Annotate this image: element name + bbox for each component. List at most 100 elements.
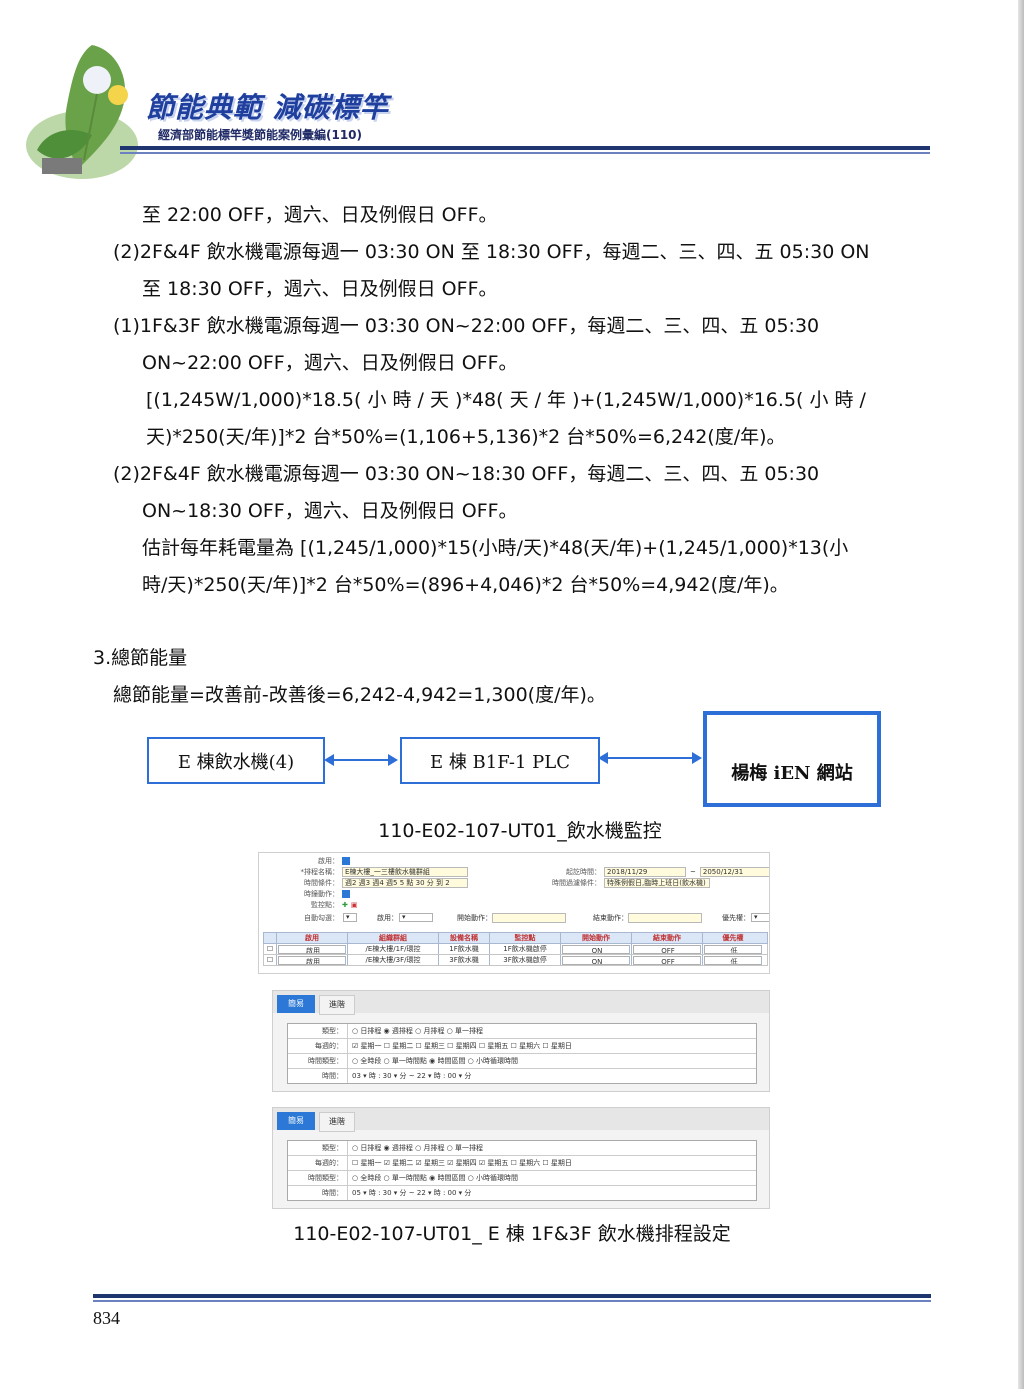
diagram-caption: 110-E02-107-UT01_飲水機監控 <box>378 820 662 842</box>
table-row[interactable]: ☐ 啟用 /E棟大樓/1F/環控 1F飲水機 1F飲水機啟停 ON OFF 低 <box>263 944 768 955</box>
schedule-grid: 類型： ○ 日排程 ◉ 週排程 ○ 月排程 ○ 單一排程 每週的： ☑ 星期一 ☐ … <box>287 1023 757 1084</box>
schedule-settings-panel-2: 簡易 進階 類型： ○ 日排程 ◉ 週排程 ○ 月排程 ○ 單一排程 每週的： ☐ … <box>272 1107 770 1209</box>
tab-advanced[interactable]: 進階 <box>319 1112 355 1132</box>
row-point: 3F飲水機啟停 <box>490 955 561 965</box>
diagram-box-water-dispenser: E 棟飲水機(4) <box>147 737 325 784</box>
col-enable: 啟用 <box>277 933 348 943</box>
body-line-8: (2)2F&4F 飲水機電源每週一 03:30 ON~18:30 OFF，每週二… <box>113 463 820 485</box>
type-radio-group[interactable]: ○ 日排程 ◉ 週排程 ○ 月排程 ○ 單一排程 <box>348 1143 483 1153</box>
row-end-select[interactable]: OFF <box>633 956 701 965</box>
header-rule <box>120 146 930 150</box>
table-row[interactable]: ☐ 啟用 /E棟大樓/3F/環控 3F飲水機 3F飲水機啟停 ON OFF 低 <box>263 955 768 966</box>
condition-input[interactable]: 週2 週3 週4 週5 5 點 30 分 到 2 <box>342 877 468 888</box>
action-label: 時鐘動作： <box>304 889 339 898</box>
diagram-arrow-1 <box>324 754 398 766</box>
weekday-checkboxes[interactable]: ☑ 星期一 ☐ 星期二 ☐ 星期三 ☐ 星期四 ☐ 星期五 ☐ 星期六 ☐ 星期… <box>348 1041 572 1051</box>
taiwan-leaf-logo <box>26 45 138 179</box>
end-date-input[interactable]: 2050/12/31 <box>699 866 769 877</box>
header-subtitle: 經濟部節能標竿獎節能案例彙編(110) <box>158 128 363 142</box>
page-number: 834 <box>93 1308 120 1328</box>
header-rule-thin <box>120 152 930 154</box>
monitor-label: 監控點： <box>311 900 339 909</box>
col-device: 設備名稱 <box>439 933 490 943</box>
body-line-10: 估計每年耗電量為 [(1,245/1,000)*15(小時/天)*48(天/年)… <box>142 537 849 559</box>
action-checkbox[interactable] <box>342 889 350 898</box>
row-group: /E棟大樓/1F/環控 <box>348 944 439 954</box>
grid-row-type: 類型： ○ 日排程 ◉ 週排程 ○ 月排程 ○ 單一排程 <box>288 1024 756 1039</box>
start-action-input[interactable] <box>492 912 566 923</box>
col-check <box>264 933 277 943</box>
row-device: 1F飲水機 <box>439 944 490 954</box>
schedule-name-input[interactable]: E棟大樓_一三樓飲水機群組 <box>342 866 468 877</box>
col-group: 組織群組 <box>348 933 439 943</box>
row-enable-select[interactable]: 啟用 <box>278 956 346 965</box>
schedule-caption: 110-E02-107-UT01_ E 棟 1F&3F 飲水機排程設定 <box>293 1223 731 1245</box>
delete-icon[interactable]: ▣ <box>351 901 358 909</box>
priority-select[interactable]: ▾ <box>751 913 769 922</box>
time-label: 時間： <box>288 1186 348 1200</box>
timetype-radio-group[interactable]: ○ 全時段 ○ 單一時間點 ◉ 時間區間 ○ 小時循環時間 <box>348 1056 518 1066</box>
row-start-select[interactable]: ON <box>562 956 630 965</box>
row-enable-select[interactable]: 啟用 <box>278 945 346 954</box>
col-point: 監控點 <box>490 933 561 943</box>
row-priority-select[interactable]: 低 <box>704 945 762 954</box>
page-edge-shadow <box>1018 0 1024 1389</box>
tab-simple[interactable]: 簡易 <box>277 995 315 1013</box>
end-action-input[interactable] <box>628 912 702 923</box>
enable2-select[interactable]: ▾ <box>399 913 433 922</box>
tab-bar: 簡易 進階 <box>273 1108 769 1132</box>
body-line-2: (2)2F&4F 飲水機電源每週一 03:30 ON 至 18:30 OFF，每… <box>113 241 870 263</box>
body-line-5: ON~22:00 OFF，週六、日及例假日 OFF。 <box>142 352 518 374</box>
form-row-auto: 自動勾選： ▾ 啟用： ▾ 開始動作： 結束動作： 優先權： ▾ <box>259 912 769 923</box>
row-end-select[interactable]: OFF <box>633 945 701 954</box>
grid-row-week: 每週的： ☐ 星期一 ☑ 星期二 ☑ 星期三 ☑ 星期四 ☑ 星期五 ☐ 星期六 … <box>288 1156 756 1171</box>
schedule-table-header: 啟用 組織群組 設備名稱 監控點 開始動作 結束動作 優先權 <box>263 932 768 944</box>
diagram-box-ien-website: 楊梅 iEN 網站 <box>703 711 881 807</box>
enable-checkbox[interactable] <box>342 856 350 865</box>
start-date-input[interactable]: 2018/11/29 <box>604 866 686 877</box>
timetype-label: 時間類型： <box>288 1171 348 1185</box>
grid-row-week: 每週的： ☑ 星期一 ☐ 星期二 ☐ 星期三 ☐ 星期四 ☐ 星期五 ☐ 星期六 … <box>288 1039 756 1054</box>
type-label: 類型： <box>288 1024 348 1038</box>
body-line-9: ON~18:30 OFF，週六、日及例假日 OFF。 <box>142 500 518 522</box>
period-label: 起訖時間： <box>566 867 601 876</box>
body-line-6: [(1,245W/1,000)*18.5( 小 時 / 天 )*48( 天 / … <box>146 389 866 411</box>
timetype-radio-group[interactable]: ○ 全時段 ○ 單一時間點 ◉ 時間區間 ○ 小時循環時間 <box>348 1173 518 1183</box>
row-checkbox[interactable]: ☐ <box>264 955 277 965</box>
weekday-checkboxes[interactable]: ☐ 星期一 ☑ 星期二 ☑ 星期三 ☑ 星期四 ☑ 星期五 ☐ 星期六 ☐ 星期… <box>348 1158 572 1168</box>
body-line-11: 時/天)*250(天/年)]*2 台*50%=(896+4,046)*2 台*5… <box>142 574 789 596</box>
auto-label: 自動勾選： <box>304 913 339 922</box>
form-row-action: 時鐘動作： <box>259 888 350 899</box>
footer-rule-thin <box>93 1300 931 1302</box>
row-group: /E棟大樓/3F/環控 <box>348 955 439 965</box>
enable-label: 啟用： <box>318 856 339 865</box>
type-radio-group[interactable]: ○ 日排程 ◉ 週排程 ○ 月排程 ○ 單一排程 <box>348 1026 483 1036</box>
body-line-4: (1)1F&3F 飲水機電源每週一 03:30 ON~22:00 OFF，每週二… <box>113 315 820 337</box>
timetype-label: 時間類型： <box>288 1054 348 1068</box>
body-line-1: 至 22:00 OFF，週六、日及例假日 OFF。 <box>142 204 498 226</box>
section-title: 3.總節能量 <box>93 647 188 669</box>
tab-advanced[interactable]: 進階 <box>319 995 355 1015</box>
condition-label: 時間條件： <box>304 878 339 887</box>
body-line-3: 至 18:30 OFF，週六、日及例假日 OFF。 <box>142 278 498 300</box>
tab-simple[interactable]: 簡易 <box>277 1112 315 1130</box>
grid-row-time: 時間： 03 ▾ 時 : 30 ▾ 分 ~ 22 ▾ 時 : 00 ▾ 分 <box>288 1069 756 1083</box>
grid-row-time: 時間： 05 ▾ 時 : 30 ▾ 分 ~ 22 ▾ 時 : 00 ▾ 分 <box>288 1186 756 1200</box>
time-range-selects[interactable]: 03 ▾ 時 : 30 ▾ 分 ~ 22 ▾ 時 : 00 ▾ 分 <box>348 1071 471 1081</box>
col-end-action: 結束動作 <box>632 933 703 943</box>
diagram-box-ien-label: 楊梅 iEN 網站 <box>731 763 853 784</box>
row-point: 1F飲水機啟停 <box>490 944 561 954</box>
row-checkbox[interactable]: ☐ <box>264 944 277 954</box>
type-label: 類型： <box>288 1141 348 1155</box>
row-priority-select[interactable]: 低 <box>704 956 762 965</box>
schedule-grid: 類型： ○ 日排程 ◉ 週排程 ○ 月排程 ○ 單一排程 每週的： ☐ 星期一 ☑ … <box>287 1140 757 1201</box>
filter-label: 時間過濾條件： <box>552 878 601 887</box>
auto-select[interactable]: ▾ <box>343 913 357 922</box>
filter-input[interactable]: 特殊例假日,臨時上班日(飲水機) <box>604 877 710 888</box>
grid-row-timetype: 時間類型： ○ 全時段 ○ 單一時間點 ◉ 時間區間 ○ 小時循環時間 <box>288 1171 756 1186</box>
row-start-select[interactable]: ON <box>562 945 630 954</box>
time-range-selects[interactable]: 05 ▾ 時 : 30 ▾ 分 ~ 22 ▾ 時 : 00 ▾ 分 <box>348 1188 471 1198</box>
footer-rule <box>93 1294 931 1298</box>
grid-row-type: 類型： ○ 日排程 ◉ 週排程 ○ 月排程 ○ 單一排程 <box>288 1141 756 1156</box>
add-icon[interactable]: ✚ <box>342 901 348 909</box>
